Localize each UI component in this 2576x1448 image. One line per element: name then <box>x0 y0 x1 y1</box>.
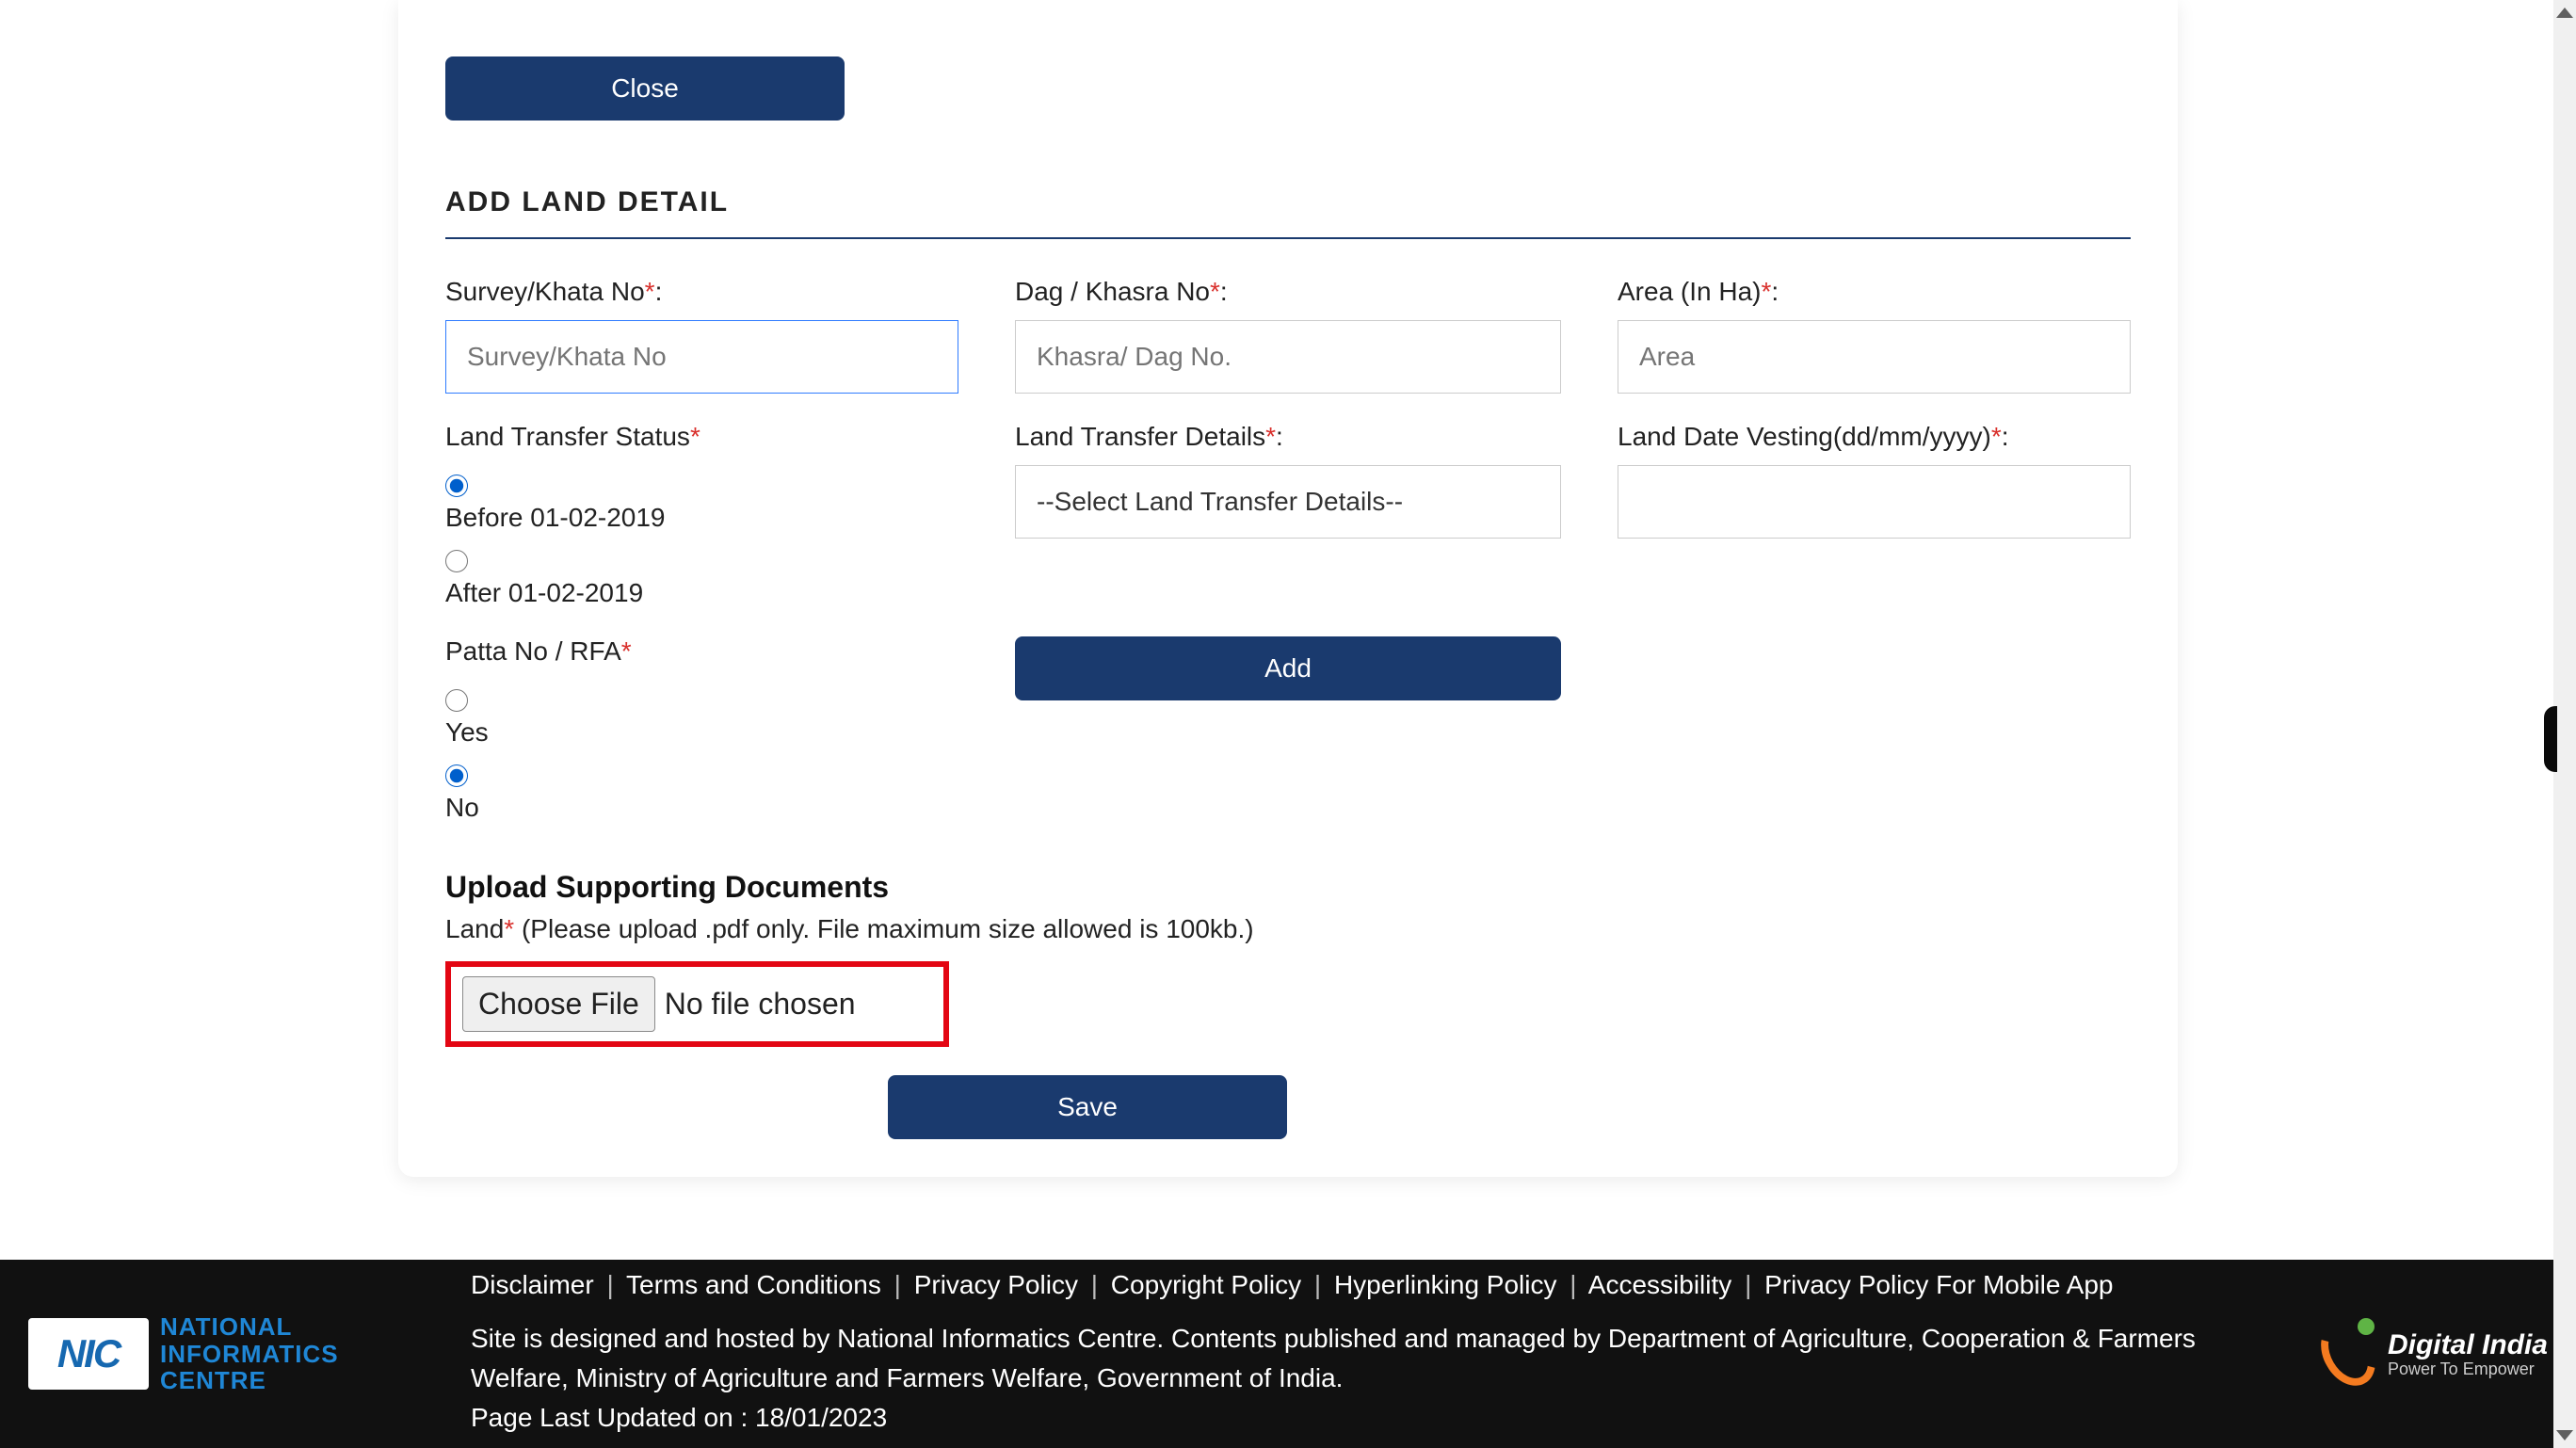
field-transfer-details: Land Transfer Details*: --Select Land Tr… <box>1015 422 1561 539</box>
radio-input-patta-no[interactable] <box>445 764 468 787</box>
link-copyright[interactable]: Copyright Policy <box>1111 1270 1301 1299</box>
digital-india-icon <box>2327 1320 2373 1388</box>
digital-india-logo: Digital India Power To Empower <box>2327 1320 2548 1388</box>
digital-india-text: Digital India Power To Empower <box>2388 1329 2548 1379</box>
section-heading: ADD LAND DETAIL <box>445 186 2131 218</box>
close-button[interactable]: Close <box>445 56 845 121</box>
link-hyperlinking[interactable]: Hyperlinking Policy <box>1334 1270 1557 1299</box>
footer-links: Disclaimer | Terms and Conditions | Priv… <box>471 1270 2218 1300</box>
input-survey-no[interactable] <box>445 320 958 394</box>
label-survey-no: Survey/Khata No*: <box>445 277 958 307</box>
radio-patta-no: No <box>445 764 958 823</box>
form-card: Close ADD LAND DETAIL Survey/Khata No*: … <box>398 0 2178 1177</box>
footer-left: NIC NATIONAL INFORMATICS CENTRE <box>28 1313 424 1394</box>
radio-label-patta-no: No <box>445 793 958 823</box>
label-area: Area (In Ha)*: <box>1618 277 2131 307</box>
add-button[interactable]: Add <box>1015 636 1561 700</box>
scroll-down-icon[interactable] <box>2556 1430 2573 1440</box>
radio-group-transfer-status: Before 01-02-2019 After 01-02-2019 <box>445 475 958 608</box>
field-khasra-no: Dag / Khasra No*: <box>1015 277 1561 394</box>
radio-input-after[interactable] <box>445 550 468 572</box>
radio-label-patta-yes: Yes <box>445 717 958 748</box>
file-upload-highlight: Choose File No file chosen <box>445 961 949 1047</box>
radio-input-patta-yes[interactable] <box>445 689 468 712</box>
link-mobile-privacy[interactable]: Privacy Policy For Mobile App <box>1764 1270 2113 1299</box>
label-transfer-details: Land Transfer Details*: <box>1015 422 1561 452</box>
select-transfer-details[interactable]: --Select Land Transfer Details-- <box>1015 465 1561 539</box>
field-transfer-status: Land Transfer Status* Before 01-02-2019 … <box>445 422 958 608</box>
input-date-vesting[interactable] <box>1618 465 2131 539</box>
radio-label-before: Before 01-02-2019 <box>445 503 958 533</box>
field-patta: Patta No / RFA* Yes No <box>445 636 958 823</box>
form-grid: Survey/Khata No*: Dag / Khasra No*: Area… <box>445 277 2131 823</box>
save-button[interactable]: Save <box>888 1075 1287 1139</box>
field-area: Area (In Ha)*: <box>1618 277 2131 394</box>
save-row: Save <box>445 1075 2131 1139</box>
field-survey-no: Survey/Khata No*: <box>445 277 958 394</box>
upload-hint: Land* (Please upload .pdf only. File max… <box>445 914 2131 944</box>
section-divider <box>445 237 2131 239</box>
page-wrapper: Close ADD LAND DETAIL Survey/Khata No*: … <box>0 0 2576 1260</box>
scroll-up-icon[interactable] <box>2556 8 2573 18</box>
footer-right: Digital India Power To Empower <box>2265 1320 2548 1388</box>
radio-before: Before 01-02-2019 <box>445 475 958 533</box>
link-disclaimer[interactable]: Disclaimer <box>471 1270 594 1299</box>
link-accessibility[interactable]: Accessibility <box>1588 1270 1731 1299</box>
label-patta: Patta No / RFA* <box>445 636 958 667</box>
right-side-tab[interactable] <box>2544 706 2557 772</box>
footer-center: Disclaimer | Terms and Conditions | Priv… <box>424 1270 2265 1438</box>
add-button-cell: Add <box>1015 636 1561 700</box>
choose-file-button[interactable]: Choose File <box>462 976 655 1032</box>
upload-heading: Upload Supporting Documents <box>445 870 2131 905</box>
input-area[interactable] <box>1618 320 2131 394</box>
radio-after: After 01-02-2019 <box>445 550 958 608</box>
footer-disclaimer: Site is designed and hosted by National … <box>471 1319 2218 1398</box>
radio-label-after: After 01-02-2019 <box>445 578 958 608</box>
label-khasra-no: Dag / Khasra No*: <box>1015 277 1561 307</box>
field-date-vesting: Land Date Vesting(dd/mm/yyyy)*: <box>1618 422 2131 539</box>
link-privacy[interactable]: Privacy Policy <box>914 1270 1078 1299</box>
radio-patta-yes: Yes <box>445 689 958 748</box>
footer: NIC NATIONAL INFORMATICS CENTRE Disclaim… <box>0 1260 2576 1448</box>
nic-logo: NIC NATIONAL INFORMATICS CENTRE <box>28 1313 339 1394</box>
nic-logo-box: NIC <box>28 1318 149 1390</box>
input-khasra-no[interactable] <box>1015 320 1561 394</box>
label-transfer-status: Land Transfer Status* <box>445 422 958 452</box>
label-date-vesting: Land Date Vesting(dd/mm/yyyy)*: <box>1618 422 2131 452</box>
radio-input-before[interactable] <box>445 475 468 497</box>
no-file-text: No file chosen <box>665 987 856 1022</box>
radio-group-patta: Yes No <box>445 689 958 823</box>
footer-last-updated: Page Last Updated on : 18/01/2023 <box>471 1398 2218 1438</box>
nic-logo-text: NATIONAL INFORMATICS CENTRE <box>160 1313 339 1394</box>
link-terms[interactable]: Terms and Conditions <box>626 1270 881 1299</box>
